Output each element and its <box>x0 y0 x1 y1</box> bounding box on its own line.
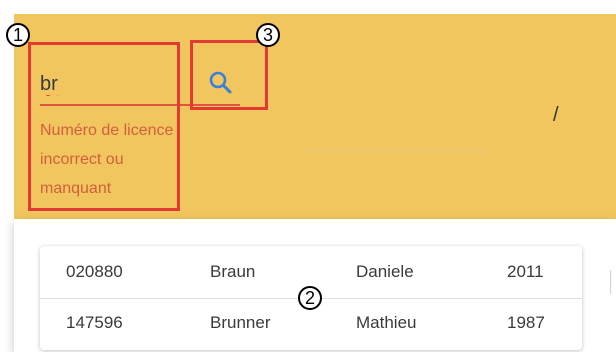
annotation-marker-3: 3 <box>256 23 280 47</box>
annotation-box-1 <box>28 42 180 211</box>
annotation-marker-2: 2 <box>298 286 322 310</box>
first-name: Daniele <box>356 262 414 281</box>
license-number: 147596 <box>66 313 123 332</box>
dropdown-edge-divider <box>610 270 611 294</box>
separator-slash: / <box>553 104 559 126</box>
secondary-field-underline <box>307 150 487 151</box>
last-name: Braun <box>210 262 256 281</box>
annotation-box-3 <box>190 40 268 110</box>
license-number: 020880 <box>66 262 123 281</box>
annotation-marker-1: 1 <box>6 23 30 47</box>
birth-year: 2011 <box>507 262 544 281</box>
last-name: Brunner <box>210 313 271 332</box>
birth-year: 1987 <box>507 313 545 332</box>
first-name: Mathieu <box>356 313 417 332</box>
